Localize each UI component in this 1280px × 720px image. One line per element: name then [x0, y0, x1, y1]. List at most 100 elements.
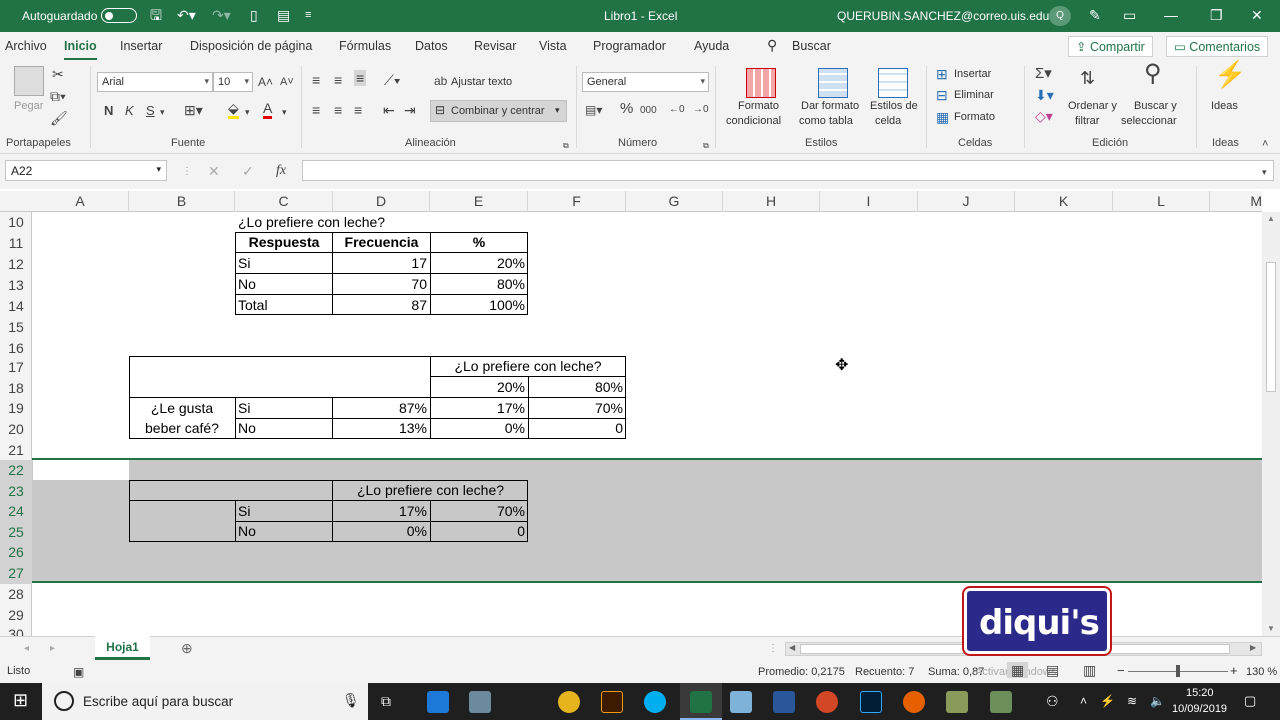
grow-font-icon[interactable]: A˄	[258, 74, 273, 90]
table2-pct-header[interactable]: 20%	[430, 377, 528, 398]
table3-cell[interactable]: 0	[430, 521, 528, 542]
tab-insertar[interactable]: Insertar	[120, 39, 162, 53]
tab-vista[interactable]: Vista	[539, 39, 567, 53]
page-break-view-icon[interactable]: ▥	[1083, 662, 1096, 678]
alignment-launcher-icon[interactable]: ⧉	[563, 138, 569, 154]
pen-icon[interactable]: ✎	[1089, 7, 1101, 23]
photoshop-icon[interactable]	[860, 691, 882, 713]
page-layout-view-icon[interactable]: ▤	[1046, 662, 1059, 678]
table1-cell[interactable]: Si	[235, 253, 333, 274]
taskbar-date[interactable]: 10/09/2019	[1172, 703, 1227, 715]
open-file-icon[interactable]: ▤	[277, 7, 290, 23]
vertical-scroll-thumb[interactable]	[1266, 262, 1276, 392]
table1-cell[interactable]: 70	[333, 274, 430, 295]
cell-styles-label-1[interactable]: Estilos de	[870, 100, 918, 112]
row-header-21[interactable]: 21	[0, 440, 32, 461]
redo-icon[interactable]: ↷▾	[212, 7, 231, 23]
windows-start-icon[interactable]: ⊞	[13, 691, 28, 709]
tab-revisar[interactable]: Revisar	[474, 39, 516, 53]
app-icon-3[interactable]	[990, 691, 1012, 713]
conditional-format-label-2[interactable]: condicional	[726, 115, 781, 127]
table2-cell[interactable]: 87%	[333, 398, 430, 419]
app-icon-2[interactable]	[946, 691, 968, 713]
decrease-indent-icon[interactable]: ⇤	[383, 102, 395, 118]
word-icon[interactable]	[773, 691, 795, 713]
row-header-26[interactable]: 26	[0, 542, 32, 563]
row-header-19[interactable]: 19	[0, 398, 32, 419]
align-right-icon[interactable]: ≡	[354, 102, 362, 118]
row-header-10[interactable]: 10	[0, 212, 32, 233]
find-icon[interactable]: ⚲	[1144, 62, 1162, 86]
table2-pct-header[interactable]: 80%	[528, 377, 626, 398]
col-header-l[interactable]: L	[1113, 191, 1210, 212]
fill-icon[interactable]: ⬇▾	[1035, 87, 1054, 103]
zoom-level[interactable]: 130 %	[1246, 666, 1277, 678]
app-icon[interactable]	[469, 691, 491, 713]
italic-button[interactable]: K	[125, 103, 134, 119]
table2-row-label[interactable]: beber café?	[129, 418, 235, 439]
ideas-button[interactable]: Ideas	[1211, 100, 1238, 112]
new-file-icon[interactable]: ▯	[250, 7, 258, 23]
underline-dropdown-icon[interactable]: ▾	[160, 104, 165, 120]
sort-filter-label-2[interactable]: filtrar	[1075, 115, 1099, 127]
sort-filter-label-1[interactable]: Ordenar y	[1068, 100, 1117, 112]
table1-cell[interactable]: Total	[235, 295, 333, 316]
format-as-table-label-1[interactable]: Dar formato	[801, 100, 859, 112]
customize-toolbar-icon[interactable]: ≡	[305, 7, 311, 23]
table3-cell[interactable]: No	[235, 521, 333, 542]
table3-cell[interactable]: 70%	[430, 501, 528, 522]
comments-button[interactable]: ▭ Comentarios	[1166, 36, 1269, 57]
table1-cell[interactable]: 87	[333, 295, 430, 316]
font-color-dropdown-icon[interactable]: ▾	[282, 104, 287, 120]
delete-cells-button[interactable]: Eliminar	[954, 89, 994, 101]
col-header-j[interactable]: J	[918, 191, 1015, 212]
table1-cell[interactable]: 17	[333, 253, 430, 274]
format-cells-icon[interactable]: ▦	[936, 109, 949, 125]
col-header-k[interactable]: K	[1015, 191, 1113, 212]
collapse-ribbon-icon[interactable]: ˄	[1262, 136, 1268, 152]
tab-formulas[interactable]: Fórmulas	[339, 39, 391, 53]
user-account[interactable]: QUERUBIN.SANCHEZ@correo.uis.edu.co	[837, 9, 1065, 23]
notifications-icon[interactable]: ▢	[1244, 693, 1256, 709]
row-header-25[interactable]: 25	[0, 522, 32, 543]
zoom-in-icon[interactable]: +	[1230, 663, 1238, 678]
table1-header-frecuencia[interactable]: Frecuencia	[333, 232, 430, 253]
table2-cell[interactable]: No	[235, 418, 333, 439]
formula-input[interactable]	[302, 160, 1274, 181]
close-icon[interactable]: ✕	[1251, 7, 1263, 23]
tab-programador[interactable]: Programador	[593, 39, 666, 53]
ribbon-display-icon[interactable]: ▭	[1123, 7, 1136, 23]
insert-cells-button[interactable]: Insertar	[954, 68, 991, 80]
tab-archivo[interactable]: Archivo	[5, 39, 47, 53]
table2-row-label[interactable]: ¿Le gusta	[129, 398, 235, 419]
task-view-icon[interactable]: ⧉	[381, 693, 391, 709]
clear-icon[interactable]: ◇▾	[1035, 108, 1053, 124]
col-header-e[interactable]: E	[430, 191, 528, 212]
find-select-label-1[interactable]: Buscar y	[1134, 100, 1177, 112]
row-header-12[interactable]: 12	[0, 254, 32, 275]
row-header-22[interactable]: 22	[0, 460, 32, 481]
status-average[interactable]: Promedio: 0,2175	[758, 666, 845, 678]
font-color-icon[interactable]: A	[263, 100, 273, 119]
thousands-icon[interactable]: 000	[640, 103, 657, 119]
active-cell[interactable]	[33, 460, 129, 480]
tray-expand-icon[interactable]: ˄	[1080, 693, 1087, 709]
number-format-select[interactable]: General	[582, 72, 709, 92]
zoom-out-icon[interactable]: −	[1117, 663, 1125, 678]
table3-cell[interactable]: 17%	[333, 501, 430, 522]
row-header-20[interactable]: 20	[0, 419, 32, 440]
table2-cell[interactable]: 13%	[333, 418, 430, 439]
table2-cell[interactable]: Si	[235, 398, 333, 419]
wifi-icon[interactable]: ≋	[1127, 693, 1137, 709]
notes-icon[interactable]	[730, 691, 752, 713]
col-header-m[interactable]: M	[1210, 191, 1262, 212]
row-header-27[interactable]: 27	[0, 563, 32, 584]
taskbar-time[interactable]: 15:20	[1186, 687, 1214, 699]
prev-sheet-icon[interactable]: ◂	[24, 641, 29, 657]
illustrator-icon[interactable]	[601, 691, 623, 713]
chrome-icon[interactable]	[558, 691, 580, 713]
edge-icon[interactable]	[427, 691, 449, 713]
row-header-11[interactable]: 11	[0, 233, 32, 254]
format-painter-icon[interactable]: 🖌	[50, 110, 68, 126]
increase-indent-icon[interactable]: ⇥	[404, 102, 416, 118]
